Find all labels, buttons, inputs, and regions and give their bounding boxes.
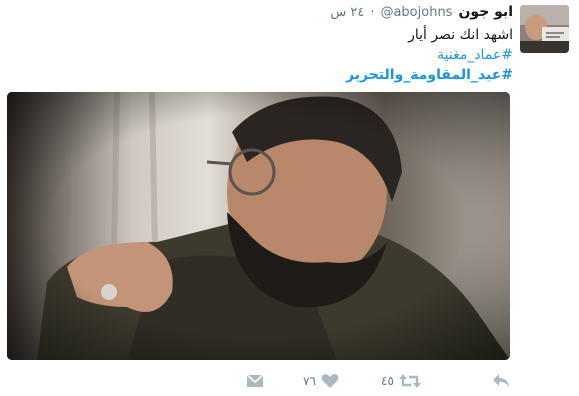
like-count: ٧٦: [303, 374, 316, 388]
author-avatar[interactable]: [520, 5, 569, 53]
like-button[interactable]: ٧٦: [303, 370, 339, 392]
reply-button[interactable]: [492, 370, 510, 392]
tweet-actions: ٧٦ ٤٥: [240, 370, 515, 392]
author-name[interactable]: ابو جون: [458, 4, 513, 20]
avatar-image: [520, 5, 569, 53]
tweet-text-line: اشهد انك نصر أيار: [408, 27, 513, 43]
tweet-media-video[interactable]: [7, 92, 510, 360]
direct-message-button[interactable]: [246, 370, 264, 392]
retweet-icon: [398, 373, 421, 389]
video-frame: [7, 92, 510, 360]
author-handle[interactable]: @abojohns: [380, 5, 452, 20]
hashtag-link[interactable]: #عيد_المقاومة_والتحرير: [33, 65, 513, 85]
heart-icon: [321, 373, 339, 389]
tweet-header: ابو جون @abojohns · ٢٤ س: [330, 4, 513, 24]
separator-dot: ·: [370, 5, 375, 20]
retweet-count: ٤٥: [381, 374, 394, 388]
hashtag-link[interactable]: #عماد_مغنية: [33, 45, 513, 65]
tweet-text: اشهد انك نصر أيار #عماد_مغنية #عيد_المقا…: [33, 25, 513, 85]
retweet-button[interactable]: ٤٥: [381, 370, 421, 392]
reply-icon: [492, 373, 510, 389]
direct-message-icon: [246, 373, 264, 389]
tweet-timestamp[interactable]: ٢٤ س: [330, 5, 364, 20]
